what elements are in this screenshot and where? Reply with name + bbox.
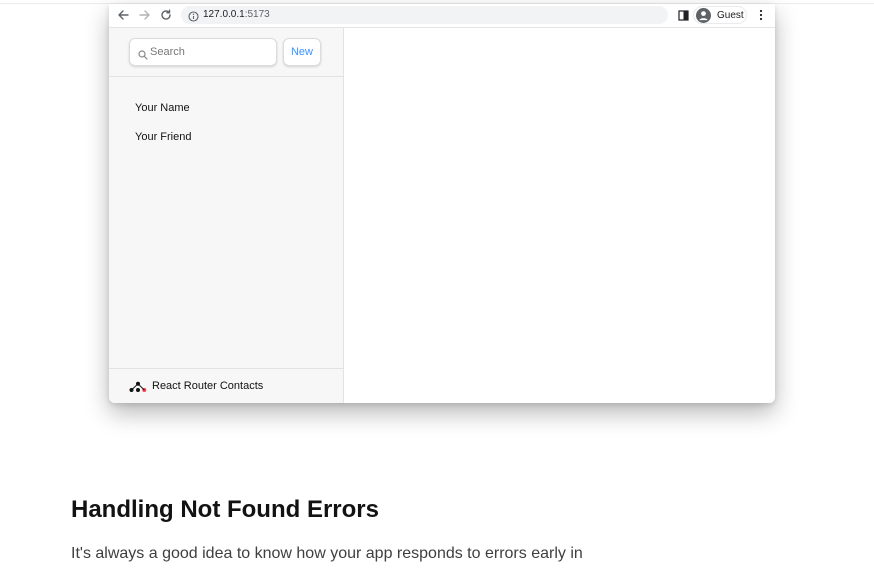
new-contact-button[interactable]: New — [283, 38, 321, 66]
site-info-icon[interactable] — [188, 9, 199, 27]
profile-label: Guest — [717, 10, 744, 21]
url-host: 127.0.0.1 — [203, 9, 245, 20]
react-router-logo-icon — [129, 380, 147, 398]
sidebar: New Your Name Your Friend React Router C… — [109, 28, 344, 403]
reload-icon[interactable] — [159, 8, 173, 22]
search-icon — [138, 47, 148, 65]
detail-pane — [344, 28, 775, 403]
side-panel-icon[interactable] — [676, 8, 690, 22]
address-bar[interactable]: 127.0.0.1:5173 — [181, 6, 668, 24]
url-port: :5173 — [244, 9, 270, 20]
section-paragraph: It's always a good idea to know how your… — [71, 545, 583, 562]
search-box[interactable] — [129, 38, 277, 66]
address-url: 127.0.0.1:5173 — [203, 9, 270, 21]
section-heading: Handling Not Found Errors — [71, 496, 379, 523]
footer-brand: React Router Contacts — [152, 380, 264, 392]
menu-kebab-icon[interactable] — [754, 8, 768, 22]
contact-link[interactable]: Your Friend — [135, 130, 191, 144]
forward-arrow-icon[interactable] — [138, 8, 152, 22]
search-row: New — [109, 28, 343, 77]
browser-window: 127.0.0.1:5173 Guest New Your Name — [109, 4, 775, 403]
sidebar-footer: React Router Contacts — [109, 368, 343, 403]
profile-avatar-icon — [696, 8, 711, 28]
profile-button[interactable]: Guest — [693, 6, 747, 24]
browser-toolbar: 127.0.0.1:5173 Guest — [109, 4, 775, 28]
back-arrow-icon[interactable] — [116, 8, 130, 22]
search-input[interactable] — [150, 44, 270, 60]
contact-link[interactable]: Your Name — [135, 101, 190, 115]
